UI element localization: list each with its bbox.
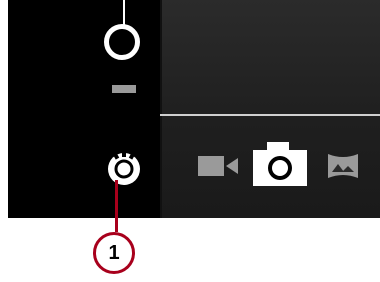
callout-line (115, 180, 118, 232)
camera-mode-button[interactable] (251, 140, 309, 188)
video-camera-icon (198, 156, 238, 176)
callout-badge: 1 (93, 232, 135, 274)
panorama-icon (328, 154, 358, 178)
zoom-dash (112, 85, 136, 93)
mode-divider (160, 114, 380, 116)
shutter-ring-icon[interactable] (104, 24, 140, 60)
panorama-mode-button[interactable] (326, 150, 360, 182)
camera-app-screen (8, 0, 380, 218)
callout-number: 1 (108, 241, 120, 264)
settings-button[interactable] (104, 145, 144, 189)
video-mode-button[interactable] (196, 153, 240, 179)
settings-dial-icon (108, 149, 140, 185)
panel-divider (160, 0, 162, 218)
camera-icon (253, 142, 307, 186)
shutter-indicator-line (123, 0, 125, 26)
